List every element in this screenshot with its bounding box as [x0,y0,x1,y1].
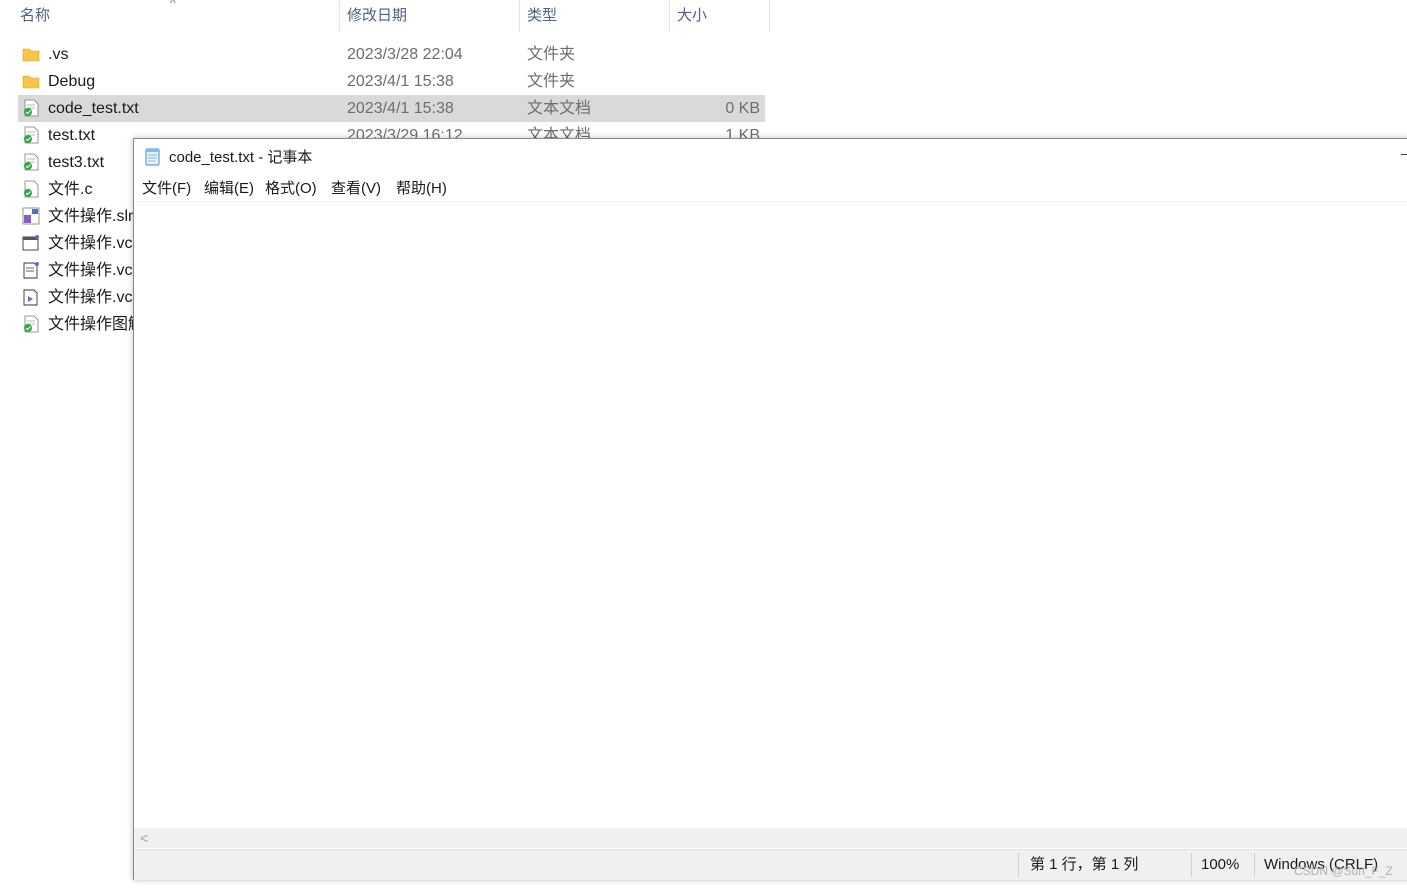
file-name: 文件操作.sln [48,208,137,225]
watermark: CSDN @Sun_F_Z [1294,864,1393,878]
c-file-icon [24,180,39,198]
file-row[interactable]: .vs 2023/3/28 22:04 文件夹 [18,41,765,68]
horizontal-scrollbar[interactable]: < [134,828,1407,848]
column-header-size[interactable]: 大小 [677,0,707,32]
menu-edit[interactable]: 编辑(E) [204,176,254,202]
file-modified-date: 2023/4/1 15:38 [347,100,454,117]
file-name: 文件操作.vcx [48,262,141,279]
cursor-position: 第 1 行，第 1 列 [1030,856,1139,873]
file-name: .vs [48,46,69,63]
folder-icon [22,48,40,62]
text-file-icon [24,315,39,333]
file-type: 文件夹 [527,73,576,90]
file-type: 文件夹 [527,46,576,63]
project-file-icon [22,235,39,251]
text-file-icon [24,153,39,171]
column-divider[interactable] [769,0,770,32]
menu-bar: 文件(F) 编辑(E) 格式(O) 查看(V) 帮助(H) [134,176,1407,200]
file-modified-date: 2023/3/28 22:04 [347,46,463,63]
column-header-name[interactable]: 名称 [20,0,50,32]
zoom-level: 100% [1201,856,1240,873]
file-row[interactable]: code_test.txt 2023/4/1 15:38 文本文档 0 KB [18,95,765,122]
text-editor-area[interactable] [134,202,1407,828]
window-title: code_test.txt - 记事本 [169,149,313,166]
column-header-type[interactable]: 类型 [527,0,557,32]
menu-view[interactable]: 查看(V) [331,176,381,202]
status-divider [1018,853,1019,877]
column-divider[interactable] [339,0,340,32]
file-type: 文本文档 [527,100,592,117]
status-divider [1254,853,1255,877]
user-file-icon [23,289,38,306]
file-name: 文件操作.vcx [48,235,141,252]
notepad-icon [145,148,160,166]
notepad-window: code_test.txt - 记事本 – 文件(F) 编辑(E) 格式(O) … [133,138,1407,880]
menu-help[interactable]: 帮助(H) [396,176,447,202]
title-bar[interactable]: code_test.txt - 记事本 – [134,139,1407,175]
folder-icon [22,75,40,89]
solution-file-icon [22,207,40,225]
column-divider[interactable] [669,0,670,32]
file-size: 0 KB [725,100,760,117]
status-bar: 第 1 行，第 1 列 100% Windows (CRLF) [134,849,1407,880]
text-file-icon [24,126,39,144]
file-name: 文件.c [48,181,93,198]
column-divider[interactable] [519,0,520,32]
menu-file[interactable]: 文件(F) [142,176,191,202]
file-name: 文件操作.vcx [48,289,141,306]
sort-ascending-icon: ^ [170,0,176,10]
minimize-button[interactable]: – [1401,145,1407,161]
column-header-modified[interactable]: 修改日期 [347,0,407,32]
file-name: 文件操作图解 [48,316,145,333]
scroll-left-icon[interactable]: < [140,828,148,848]
menu-format[interactable]: 格式(O) [265,176,317,202]
filters-file-icon [23,262,39,279]
file-row[interactable]: Debug 2023/4/1 15:38 文件夹 [18,68,765,95]
text-file-icon [24,99,39,117]
status-divider [1191,853,1192,877]
file-name: Debug [48,73,96,90]
file-name: code_test.txt [48,100,139,117]
file-modified-date: 2023/4/1 15:38 [347,73,454,90]
file-name: test3.txt [48,154,105,171]
file-name: test.txt [48,127,96,144]
